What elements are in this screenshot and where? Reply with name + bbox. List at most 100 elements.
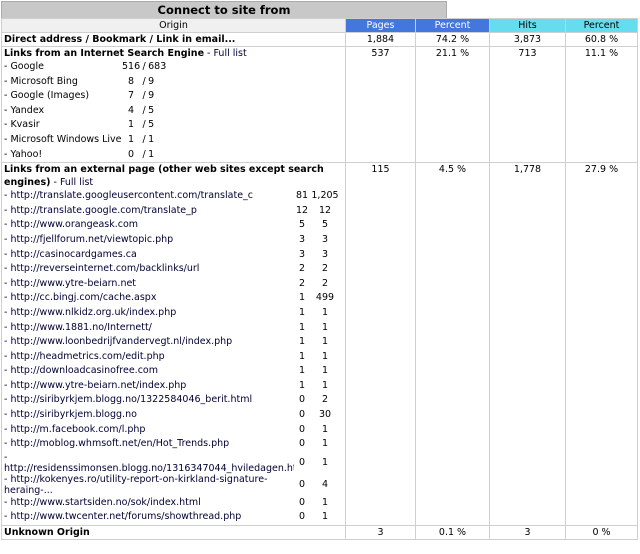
- engine-hits: 5: [148, 119, 155, 131]
- external-cell: Links from an external page (other web s…: [1, 162, 346, 527]
- external-link-url[interactable]: - http://downloadcasinofree.com: [4, 365, 158, 376]
- external-link-pages: 2: [298, 263, 306, 275]
- external-link-url[interactable]: - http://translate.google.com/translate_…: [4, 205, 197, 216]
- separator-slash: /: [142, 90, 146, 102]
- external-link-pages: 2: [298, 277, 306, 289]
- external-link-pages: 5: [298, 219, 306, 231]
- external-link-hits: 1: [321, 456, 329, 468]
- engine-name: - Google (Images): [4, 90, 90, 102]
- external-link-pages: 1: [298, 306, 306, 318]
- external-link-url[interactable]: - http://www.startsiden.no/sok/index.htm…: [4, 497, 201, 508]
- external-link-item: - http://www.1881.no/Internett/1 1: [4, 321, 340, 336]
- search-percent-hits: 11.1 %: [565, 45, 638, 164]
- external-link-item: - http://www.ytre-beiarn.net 2 2: [4, 277, 340, 292]
- engine-hits: 9: [148, 75, 155, 87]
- engine-name: - Kvasir: [4, 119, 40, 131]
- external-link-hits: 4: [321, 478, 329, 490]
- external-link-url[interactable]: - http://moblog.whmsoft.net/en/Hot_Trend…: [4, 438, 229, 449]
- search-engine-item: - Microsoft Bing 8 /9: [4, 75, 170, 90]
- external-link-item: - http://residenssimonsen.blogg.no/13163…: [4, 452, 340, 474]
- external-link-url[interactable]: - http://m.facebook.com/l.php: [4, 424, 145, 435]
- external-link-hits: 2: [321, 394, 329, 406]
- external-link-item: - http://headmetrics.com/edit.php 1 1: [4, 350, 340, 365]
- separator-slash: /: [142, 119, 146, 131]
- external-link-url[interactable]: - http://www.1881.no/Internett/: [4, 322, 152, 333]
- external-link-hits: 1: [321, 511, 329, 523]
- direct-row: Direct address / Bookmark / Link in emai…: [1, 32, 638, 47]
- external-link-url[interactable]: - http://www.ytre-beiarn.net: [4, 278, 136, 289]
- external-link-url[interactable]: - http://translate.googleusercontent.com…: [4, 190, 253, 201]
- external-link-url[interactable]: - http://kokenyes.ro/utility-report-on-k…: [4, 474, 268, 496]
- external-link-url[interactable]: - http://www.loonbedrijfvandervegt.nl/in…: [4, 336, 232, 347]
- section-title: Connect to site from: [1, 1, 447, 18]
- external-link-item: - http://www.twcenter.net/forums/showthr…: [4, 510, 340, 524]
- external-pages: 115: [345, 162, 416, 527]
- unknown-percent-hits: 0 %: [565, 525, 638, 541]
- external-link-pages: 1: [298, 336, 306, 348]
- external-link-item: - http://www.orangeask.com 5 5: [4, 218, 340, 233]
- external-link-pages: 12: [295, 204, 309, 216]
- external-link-hits: 2: [321, 277, 329, 289]
- engine-name: - Yandex: [4, 104, 45, 116]
- external-link-url[interactable]: - http://casinocardgames.ca: [4, 249, 137, 260]
- external-full-list-link[interactable]: Full list: [60, 177, 93, 188]
- search-engine-item: - Kvasir 1 /5: [4, 118, 170, 133]
- external-link-url[interactable]: - http://www.twcenter.net/forums/showthr…: [4, 511, 241, 522]
- engine-hits: 683: [148, 61, 167, 72]
- external-link-url[interactable]: - http://siribyrkjem.blogg.no: [4, 409, 137, 420]
- engine-hits: 5: [148, 104, 155, 116]
- separator-slash: /: [142, 104, 146, 116]
- external-link-url[interactable]: - http://www.orangeask.com: [4, 219, 138, 230]
- external-link-hits: 1: [321, 438, 329, 450]
- external-link-hits: 1: [321, 350, 329, 362]
- external-link-hits: 1: [321, 321, 329, 333]
- external-link-url[interactable]: - http://siribyrkjem.blogg.no/1322584046…: [4, 394, 252, 405]
- external-link-hits: 30: [318, 409, 332, 421]
- external-link-url[interactable]: - http://headmetrics.com/edit.php: [4, 351, 165, 362]
- external-link-hits: 1: [321, 379, 329, 391]
- search-engine-item: - Google (Images) 7 /9: [4, 89, 170, 104]
- external-link-url[interactable]: - http://www.ytre-beiarn.net/index.php: [4, 380, 186, 391]
- direct-percent-hits: 60.8 %: [565, 32, 638, 47]
- external-link-item: - http://siribyrkjem.blogg.no/1322584046…: [4, 393, 340, 408]
- external-link-url[interactable]: - http://residenssimonsen.blogg.no/13163…: [4, 452, 294, 474]
- external-link-pages: 0: [298, 438, 306, 450]
- engine-pages: 7: [128, 90, 135, 102]
- search-engine-full-list-link[interactable]: Full list: [213, 48, 246, 59]
- external-link-url[interactable]: - http://reverseinternet.com/backlinks/u…: [4, 263, 199, 274]
- external-link-pages: 1: [298, 365, 306, 377]
- direct-label: Direct address / Bookmark / Link in emai…: [1, 32, 346, 47]
- external-link-pages: 1: [298, 321, 306, 333]
- search-engine-list: - Google 516/683- Microsoft Bing 8/9- Goog…: [4, 60, 170, 162]
- engine-name: - Microsoft Bing: [4, 75, 78, 87]
- external-hits: 1,778: [489, 162, 566, 527]
- external-link-hits: 1: [321, 423, 329, 435]
- external-link-hits: 1,205: [311, 190, 339, 202]
- external-link-item: - http://www.startsiden.no/sok/index.htm…: [4, 496, 340, 511]
- external-link-item: - http://www.loonbedrijfvandervegt.nl/in…: [4, 335, 340, 350]
- external-link-url[interactable]: - http://fjellforum.net/viewtopic.php: [4, 234, 173, 245]
- external-link-pages: 0: [298, 409, 306, 421]
- search-engine-label: Links from an Internet Search Engine: [4, 48, 205, 59]
- engine-pages: 8: [128, 75, 135, 87]
- external-link-url[interactable]: - http://www.nlkidz.org.uk/index.php: [4, 307, 176, 318]
- referrer-table: Origin Pages Percent Hits Percent Direct…: [1, 18, 638, 541]
- engine-name: - Google: [4, 61, 44, 72]
- origin-column-header: Origin: [1, 18, 346, 33]
- external-percent-hits: 27.9 %: [565, 162, 638, 527]
- external-link-pages: 0: [298, 511, 306, 523]
- external-link-url[interactable]: - http://cc.bingj.com/cache.aspx: [4, 292, 156, 303]
- search-engine-cell: Links from an Internet Search Engine - F…: [1, 45, 346, 164]
- search-engine-item: - Yandex 4 /5: [4, 104, 170, 119]
- external-link-item: - http://fjellforum.net/viewtopic.php 3 3: [4, 233, 340, 248]
- external-link-list: - http://translate.googleusercontent.com…: [4, 189, 340, 524]
- external-link-hits: 1: [321, 306, 329, 318]
- engine-name: - Yahoo!: [4, 148, 43, 160]
- external-link-pages: 1: [298, 292, 306, 304]
- engine-name: - Microsoft Windows Live: [4, 133, 122, 145]
- engine-pages: 0: [128, 148, 135, 160]
- external-link-item: - http://www.nlkidz.org.uk/index.php 1 1: [4, 306, 340, 321]
- external-link-hits: 1: [321, 336, 329, 348]
- external-link-pages: 0: [298, 423, 306, 435]
- unknown-pages: 3: [345, 525, 416, 541]
